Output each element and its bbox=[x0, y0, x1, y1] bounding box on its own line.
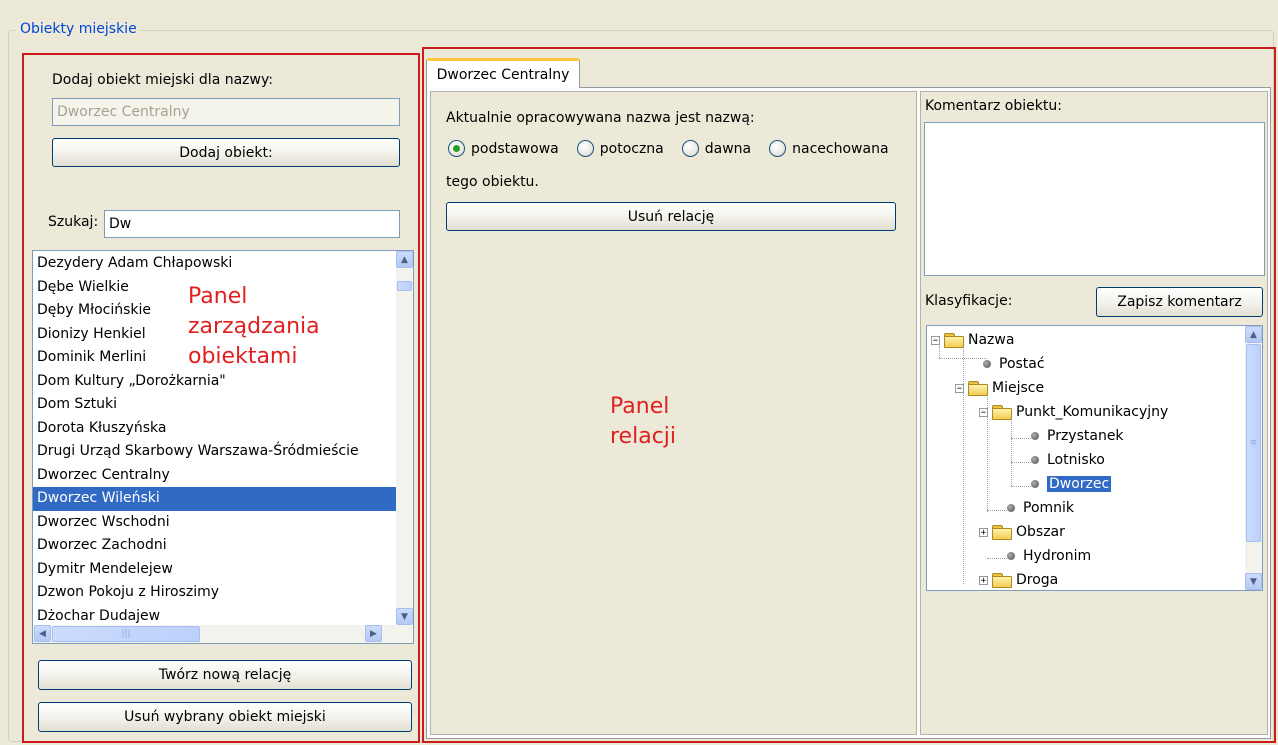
classification-label: Klasyfikacje: bbox=[925, 293, 1013, 309]
leaf-node-icon bbox=[1031, 432, 1039, 440]
leaf-node-icon bbox=[1007, 504, 1015, 512]
radio-button[interactable] bbox=[769, 140, 787, 157]
tree-node[interactable]: + Droga bbox=[979, 569, 1059, 590]
annotation-line: zarządzania bbox=[188, 314, 320, 339]
comment-label: Komentarz obiektu: bbox=[925, 98, 1062, 114]
folder-icon bbox=[944, 332, 964, 348]
scroll-right-icon[interactable]: ▶ bbox=[365, 625, 382, 642]
tab-dworzec-centralny[interactable]: Dworzec Centralny bbox=[426, 58, 580, 88]
name-type-prompt: Aktualnie opracowywana nazwa jest nazwą: bbox=[446, 110, 755, 126]
remove-relation-button[interactable]: Usuń relację bbox=[446, 202, 896, 231]
scroll-left-icon[interactable]: ◀ bbox=[34, 625, 51, 642]
tree-node-label: Punkt_Komunikacyjny bbox=[1016, 404, 1169, 420]
list-item[interactable]: Dworzec Zachodni bbox=[33, 534, 397, 558]
tree-node-label: Droga bbox=[1016, 572, 1059, 588]
list-item[interactable]: Dżochar Dudajew bbox=[33, 605, 397, 625]
group-title: Obiekty miejskie bbox=[16, 20, 141, 38]
tree-node[interactable]: Lotnisko bbox=[1027, 449, 1105, 471]
leaf-node-icon bbox=[983, 360, 991, 368]
annotation-line: Panel bbox=[610, 394, 670, 419]
tree-node[interactable]: + Obszar bbox=[979, 521, 1065, 543]
delete-object-button[interactable]: Usuń wybrany obiekt miejski bbox=[38, 702, 412, 732]
scroll-up-icon[interactable]: ▲ bbox=[396, 251, 413, 268]
annotation-object-panel: Panel zarządzania obiektami bbox=[188, 282, 320, 372]
tree-node-label: Obszar bbox=[1016, 524, 1065, 540]
scroll-up-icon[interactable]: ▲ bbox=[1245, 326, 1262, 343]
scroll-down-icon[interactable]: ▼ bbox=[396, 608, 413, 625]
tree-node-label: Hydronim bbox=[1023, 548, 1092, 564]
list-item[interactable]: Dezydery Adam Chłapowski bbox=[33, 252, 397, 276]
tree-node[interactable]: Pomnik bbox=[1003, 497, 1074, 519]
collapse-icon[interactable]: − bbox=[955, 383, 964, 393]
search-label: Szukaj: bbox=[48, 214, 99, 230]
tree-node[interactable]: − Nazwa bbox=[931, 329, 1014, 351]
list-item[interactable]: Drugi Urząd Skarbowy Warszawa-Śródmieści… bbox=[33, 440, 397, 464]
search-input[interactable] bbox=[104, 210, 400, 238]
annotation-relation-panel: Panel relacji bbox=[610, 392, 676, 452]
radio-label: podstawowa bbox=[471, 140, 559, 157]
name-type-radio-group: podstawowa potoczna dawna nacechowana bbox=[448, 140, 889, 157]
list-item[interactable]: Dymitr Mendelejew bbox=[33, 558, 397, 582]
radio-potoczna[interactable]: potoczna bbox=[576, 140, 664, 157]
annotation-line: Panel bbox=[188, 284, 248, 309]
collapse-icon[interactable]: − bbox=[979, 407, 988, 417]
tree-node-label: Dworzec bbox=[1047, 476, 1112, 492]
radio-label: potoczna bbox=[599, 140, 664, 157]
expand-icon[interactable]: + bbox=[979, 527, 988, 537]
list-scroll-thumb[interactable] bbox=[397, 281, 412, 291]
folder-icon bbox=[968, 380, 988, 396]
leaf-node-icon bbox=[1007, 552, 1015, 560]
annotation-line: obiektami bbox=[188, 344, 298, 369]
list-item[interactable]: Dom Sztuki bbox=[33, 393, 397, 417]
leaf-node-icon bbox=[1031, 456, 1039, 464]
tree-node[interactable]: Hydronim bbox=[1003, 545, 1091, 567]
tree-node[interactable]: Postać bbox=[979, 353, 1045, 375]
list-item[interactable]: Dom Kultury „Dorożkarnia" bbox=[33, 370, 397, 394]
leaf-node-icon bbox=[1031, 480, 1039, 488]
tree-node[interactable]: − Miejsce bbox=[955, 377, 1044, 399]
radio-podstawowa[interactable]: podstawowa bbox=[448, 140, 559, 157]
list-vertical-scrollbar[interactable]: ▲ ▼ bbox=[396, 251, 413, 625]
tree-node-label: Pomnik bbox=[1023, 500, 1075, 516]
radio-label: nacechowana bbox=[792, 140, 889, 157]
classification-tree[interactable]: − Nazwa Postać − Miejsce − Punkt_Komunikacyjny… bbox=[926, 325, 1263, 591]
list-item[interactable]: Dworzec Wschodni bbox=[33, 511, 397, 535]
radio-button[interactable] bbox=[681, 140, 699, 157]
suffix-text: tego obiektu. bbox=[446, 174, 539, 190]
list-item[interactable]: Dzwon Pokoju z Hiroszimy bbox=[33, 581, 397, 605]
tree-node-label: Postać bbox=[999, 356, 1045, 372]
comment-textarea[interactable] bbox=[924, 122, 1265, 276]
tree-node-label: Nazwa bbox=[968, 332, 1015, 348]
scroll-down-icon[interactable]: ▼ bbox=[1245, 573, 1262, 590]
radio-button[interactable] bbox=[576, 140, 594, 157]
radio-dawna[interactable]: dawna bbox=[681, 140, 752, 157]
folder-icon bbox=[992, 404, 1012, 420]
list-hscroll-thumb[interactable]: ||| bbox=[52, 626, 200, 642]
radio-label: dawna bbox=[704, 140, 752, 157]
tree-node[interactable]: Przystanek bbox=[1027, 425, 1124, 447]
list-horizontal-scrollbar[interactable]: ◀ ||| ▶ bbox=[33, 625, 413, 643]
annotation-line: relacji bbox=[610, 424, 677, 449]
expand-icon[interactable]: + bbox=[979, 575, 988, 585]
radio-nacechowana[interactable]: nacechowana bbox=[769, 140, 889, 157]
tree-node-label: Przystanek bbox=[1047, 428, 1124, 444]
tree-node[interactable]: Dworzec bbox=[1027, 473, 1112, 495]
name-field[interactable] bbox=[52, 98, 400, 126]
tree-node-label: Lotnisko bbox=[1047, 452, 1105, 468]
add-object-button[interactable]: Dodaj obiekt: bbox=[52, 138, 400, 167]
radio-button[interactable] bbox=[448, 140, 465, 157]
folder-icon bbox=[992, 524, 1012, 540]
collapse-icon[interactable]: − bbox=[931, 335, 940, 345]
tree-vertical-scrollbar[interactable]: ▲ ≡ ▼ bbox=[1245, 326, 1262, 590]
tree-node[interactable]: − Punkt_Komunikacyjny bbox=[979, 401, 1168, 423]
list-item[interactable]: Dworzec Centralny bbox=[33, 464, 397, 488]
folder-icon bbox=[992, 572, 1012, 588]
tree-scroll-thumb[interactable]: ≡ bbox=[1246, 344, 1261, 542]
create-relation-button[interactable]: Twórz nową relację bbox=[38, 660, 412, 690]
list-item[interactable]: Dorota Kłuszyńska bbox=[33, 417, 397, 441]
add-object-label: Dodaj obiekt miejski dla nazwy: bbox=[52, 72, 273, 88]
tree-node-label: Miejsce bbox=[992, 380, 1045, 396]
save-comment-button[interactable]: Zapisz komentarz bbox=[1096, 287, 1263, 317]
list-item[interactable]: Dworzec Wileński bbox=[33, 487, 397, 511]
